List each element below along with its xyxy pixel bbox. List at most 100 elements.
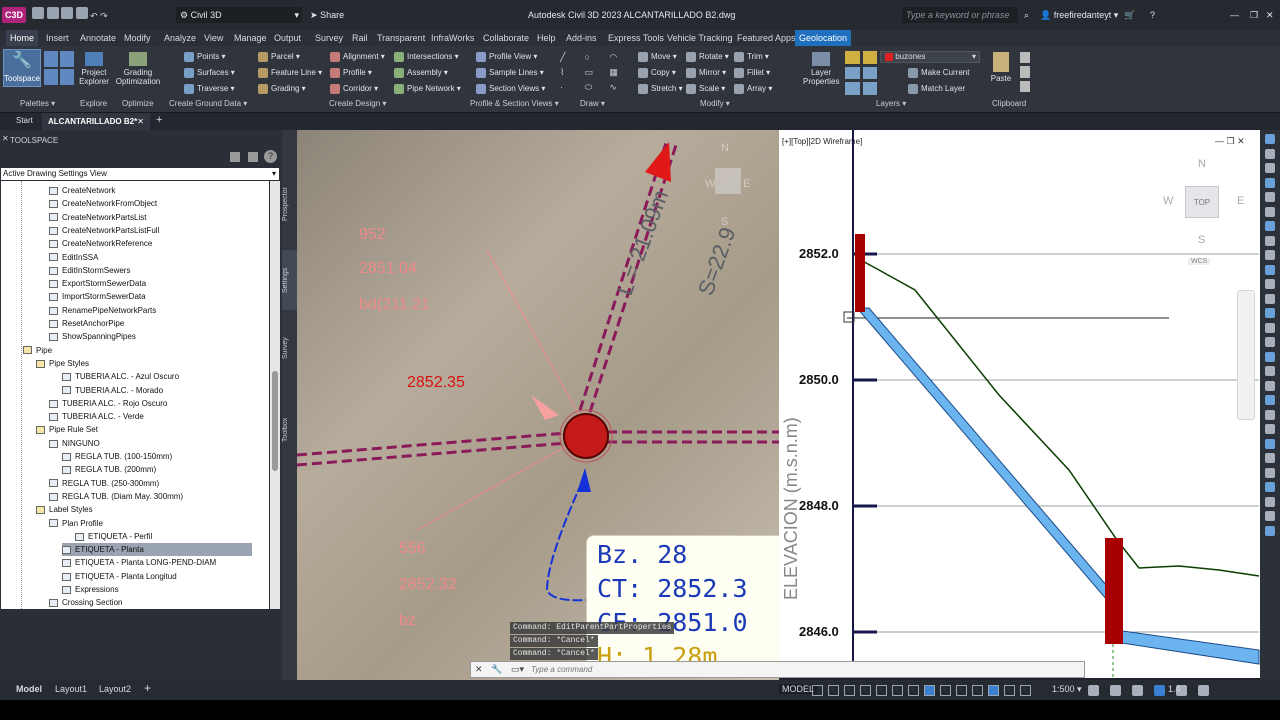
- open-icon[interactable]: [46, 7, 59, 19]
- tab-transparent[interactable]: Transparent: [373, 30, 429, 46]
- panel-profile-section-views[interactable]: Profile & Section Views ▾: [470, 99, 559, 108]
- tree-item[interactable]: NINGUNO: [49, 437, 100, 450]
- grading-button[interactable]: Grading ▾: [258, 84, 306, 94]
- start-tab[interactable]: Start: [16, 116, 33, 125]
- layer-freeze-icon[interactable]: [862, 51, 877, 64]
- tool-icon[interactable]: [1265, 438, 1275, 449]
- grading-optimization-button[interactable]: Grading Optimization: [114, 52, 162, 86]
- viewcube-plan[interactable]: N W E S: [705, 142, 750, 242]
- tab-add-ins[interactable]: Add-ins: [562, 30, 601, 46]
- tree-item[interactable]: ResetAnchorPipe: [49, 317, 124, 330]
- profile-view-button[interactable]: Profile View ▾: [476, 52, 537, 62]
- surfaces-button[interactable]: Surfaces ▾: [184, 68, 235, 78]
- search-icon[interactable]: ⌕: [1024, 7, 1029, 23]
- tool-icon[interactable]: [1265, 163, 1275, 173]
- rotate-button[interactable]: Rotate ▾: [686, 52, 729, 62]
- tree-item[interactable]: CreateNetwork: [49, 184, 115, 197]
- selection-cycling-icon[interactable]: [956, 685, 967, 696]
- scale-button[interactable]: Scale ▾: [686, 84, 725, 94]
- pipe-network-button[interactable]: Pipe Network ▾: [394, 84, 461, 94]
- project-explorer-button[interactable]: Project Explorer: [78, 52, 110, 86]
- tree-item[interactable]: ETIQUETA - Planta Longitud: [62, 570, 177, 583]
- tool-icon[interactable]: [1265, 308, 1275, 318]
- annotation-icon[interactable]: [1004, 685, 1015, 696]
- tool-icon[interactable]: [1265, 511, 1275, 521]
- tab-prospector[interactable]: Prospector: [282, 164, 297, 244]
- point-icon[interactable]: ·: [560, 82, 581, 93]
- tab-annotate[interactable]: Annotate: [76, 30, 120, 46]
- tab-survey[interactable]: Survey: [282, 328, 297, 368]
- layers-icon[interactable]: [44, 69, 58, 85]
- assembly-button[interactable]: Assembly ▾: [394, 68, 448, 78]
- tab-rail[interactable]: Rail: [348, 30, 372, 46]
- 3d-osnap-icon[interactable]: [972, 685, 983, 696]
- profile-viewport[interactable]: [+][Top][2D Wireframe] — ❐ ✕ 2852.0 2850…: [779, 130, 1260, 678]
- tree-item[interactable]: Label Styles: [36, 503, 93, 516]
- tree-item[interactable]: ETIQUETA - Planta LONG-PEND-DIAM: [62, 556, 216, 569]
- model-tab[interactable]: Model: [16, 684, 42, 694]
- tree-item[interactable]: Pipe Rule Set: [36, 423, 98, 436]
- tree-item[interactable]: REGLA TUB. (100-150mm): [62, 450, 172, 463]
- autoscale-icon[interactable]: [1020, 685, 1031, 696]
- paste-button[interactable]: Paste: [988, 52, 1014, 83]
- workspace-dropdown[interactable]: ⚙ Civil 3D ▾: [176, 7, 302, 23]
- tool-icon[interactable]: [1265, 235, 1275, 246]
- tool-icon[interactable]: [1265, 134, 1275, 144]
- spline-icon[interactable]: ∿: [609, 82, 630, 93]
- close-icon[interactable]: ✕: [475, 664, 483, 675]
- alignment-button[interactable]: Alignment ▾: [330, 52, 385, 62]
- move-button[interactable]: Move ▾: [638, 52, 677, 62]
- dyn-ucs-icon[interactable]: [988, 685, 999, 696]
- viewcube-face[interactable]: [715, 168, 741, 194]
- tab-settings[interactable]: Settings: [282, 250, 297, 310]
- clipboard-tools[interactable]: [1020, 52, 1030, 92]
- tool-icon[interactable]: [1265, 279, 1275, 289]
- layer-unisolate-icon[interactable]: [862, 66, 877, 80]
- copy-clip-icon[interactable]: [1020, 66, 1030, 78]
- tab-insert[interactable]: Insert: [42, 30, 73, 46]
- hardware-accel-icon[interactable]: [1154, 685, 1165, 696]
- points-button[interactable]: Points ▾: [184, 52, 225, 62]
- transparency-icon[interactable]: [940, 685, 951, 696]
- tree-item[interactable]: ETIQUETA - Perfil: [75, 530, 152, 543]
- redo-icon[interactable]: ↷: [100, 11, 108, 21]
- annotation-scale[interactable]: 1:500 ▾: [1052, 684, 1082, 695]
- tree-item[interactable]: TUBERIA ALC. - Verde: [49, 410, 144, 423]
- tree-item[interactable]: RenamePipeNetworkParts: [49, 304, 156, 317]
- viewcube[interactable]: N W E S TOP WCS: [1163, 158, 1251, 278]
- copy-button[interactable]: Copy ▾: [638, 68, 676, 78]
- array-button[interactable]: Array ▾: [734, 84, 772, 94]
- toolspace-properties-icon[interactable]: [248, 152, 258, 162]
- tool-icon[interactable]: [1265, 337, 1275, 347]
- close-tab-icon[interactable]: ✕: [137, 113, 144, 130]
- ortho-icon[interactable]: [844, 685, 855, 696]
- otrack-icon[interactable]: [892, 685, 903, 696]
- tree-item[interactable]: Pipe Styles: [36, 357, 89, 370]
- corridor-button[interactable]: Corridor ▾: [330, 84, 378, 94]
- tree-item[interactable]: CreateNetworkFromObject: [49, 197, 157, 210]
- toolspace-close-icon[interactable]: ✕: [2, 134, 9, 143]
- tool-icon[interactable]: [1265, 525, 1275, 536]
- tree-item[interactable]: ExportStormSewerData: [49, 277, 146, 290]
- panel-create-design[interactable]: Create Design ▾: [329, 99, 386, 108]
- parcel-button[interactable]: Parcel ▾: [258, 52, 300, 62]
- tree-item[interactable]: EditInStormSewers: [49, 264, 130, 277]
- print-icon[interactable]: [75, 7, 88, 19]
- make-current-button[interactable]: Make Current: [908, 68, 969, 78]
- toolspace-button[interactable]: 🔧 Toolspace: [3, 49, 41, 87]
- tab-toolbox[interactable]: Toolbox: [282, 410, 297, 450]
- tab-geolocation[interactable]: Geolocation: [795, 30, 852, 46]
- tool-icon[interactable]: [1265, 351, 1275, 362]
- viewcube-top[interactable]: TOP: [1185, 186, 1219, 218]
- isolate-icon[interactable]: [1132, 685, 1143, 696]
- tab-view[interactable]: View: [200, 30, 227, 46]
- hatch-icon[interactable]: ▦: [609, 67, 630, 78]
- draw-tools[interactable]: ╱ ○ ◠ ⌇ ▭ ▦ · ⬭ ∿: [560, 52, 630, 92]
- workspace-switch-icon[interactable]: [1088, 685, 1099, 696]
- tree-item[interactable]: CreateNetworkReference: [49, 237, 152, 250]
- tool-icon[interactable]: [1265, 206, 1275, 217]
- layer-properties-button[interactable]: Layer Properties: [803, 52, 839, 86]
- tool-icon[interactable]: [1265, 293, 1275, 304]
- tab-featured-apps[interactable]: Featured Apps: [733, 30, 800, 46]
- tree-item[interactable]: CreateNetworkPartsListFull: [49, 224, 159, 237]
